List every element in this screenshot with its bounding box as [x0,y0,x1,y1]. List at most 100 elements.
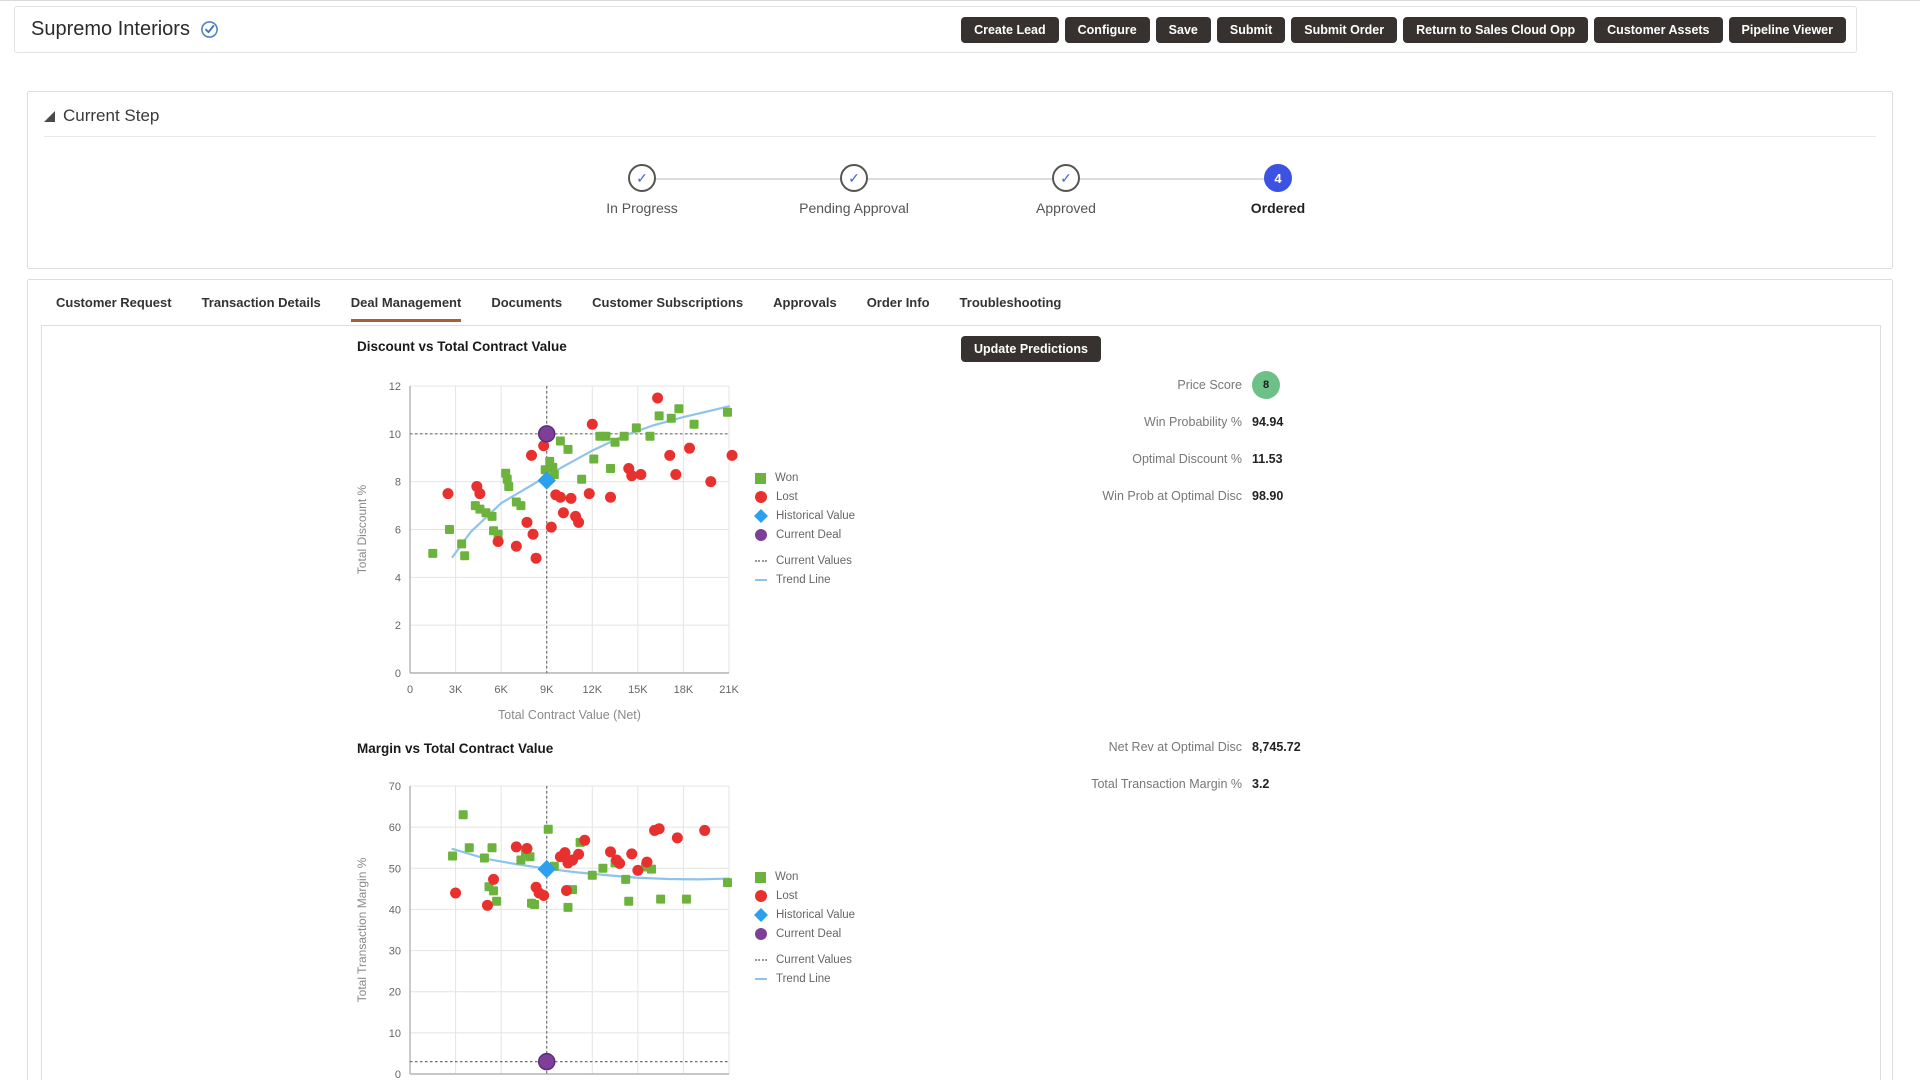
stat-win-probability: Win Probability % 94.94 [862,403,1332,440]
revenue-stats: Net Rev at Optimal Disc 8,745.72 Total T… [862,728,1332,802]
svg-text:Total Discount %: Total Discount % [355,484,369,574]
lost-point [614,858,625,869]
lost-point [573,517,584,528]
won-point [556,437,565,446]
price-score-badge: 8 [1252,371,1280,399]
legend-item-lost: Lost [755,890,855,902]
step-label: Ordered [1251,200,1305,216]
stat-price-score: Price Score 8 [862,366,1332,403]
current-step-panel: Current Step ✓ In Progress ✓ Pending App… [27,91,1893,269]
lost-point [528,529,539,540]
lost-point [699,825,710,836]
lost-point [670,469,681,480]
tab-customer-subscriptions[interactable]: Customer Subscriptions [592,295,743,322]
won-point [656,895,665,904]
svg-text:3K: 3K [449,684,463,696]
won-point [448,851,457,860]
tab-order-info[interactable]: Order Info [867,295,930,322]
won-point [516,501,525,510]
won-point [460,551,469,560]
svg-text:4: 4 [395,572,401,584]
step-in-progress: ✓ In Progress [536,164,748,216]
discount-chart: 02468101203K6K9K12K15K18K21KTotal Discou… [340,358,780,740]
won-point [598,864,607,873]
legend-item-current-values: Current Values [755,555,855,567]
tab-approvals[interactable]: Approvals [773,295,837,322]
stat-net-rev-at-optimal-disc: Net Rev at Optimal Disc 8,745.72 [862,728,1332,765]
margin-chart-title: Margin vs Total Contract Value [357,741,553,756]
header-actions: Create Lead Configure Save Submit Submit… [961,17,1846,43]
lost-point [626,848,637,859]
lost-point [705,476,716,487]
won-point [492,897,501,906]
pipeline-viewer-button[interactable]: Pipeline Viewer [1729,17,1846,43]
lost-point [558,507,569,518]
save-button[interactable]: Save [1156,17,1211,43]
current-deal-point [539,1054,555,1070]
submit-order-button[interactable]: Submit Order [1291,17,1397,43]
tab-deal-management[interactable]: Deal Management [351,295,462,322]
tab-documents[interactable]: Documents [491,295,562,322]
svg-text:0: 0 [407,684,413,696]
won-point [445,525,454,534]
current-deal-marker-icon [755,928,767,940]
progress-stepper: ✓ In Progress ✓ Pending Approval ✓ Appro… [536,164,1384,216]
lost-point [561,885,572,896]
won-point [682,895,691,904]
verified-check-icon [200,20,219,39]
won-point [480,854,489,863]
divider [44,136,1876,137]
svg-text:6K: 6K [494,684,508,696]
won-point [504,482,513,491]
won-point [563,445,572,454]
customer-assets-button[interactable]: Customer Assets [1594,17,1722,43]
trend-line-icon [755,978,767,980]
won-point [723,408,732,417]
update-predictions-button[interactable]: Update Predictions [961,336,1101,362]
current-deal-marker-icon [755,529,767,541]
chart-legend: Won Lost Historical Value Current Deal C… [755,472,855,593]
lost-point [474,488,485,499]
step-check-icon: ✓ [840,164,868,192]
submit-button[interactable]: Submit [1217,17,1285,43]
step-approved: ✓ Approved [960,164,1172,216]
lost-point [641,857,652,868]
lost-point [684,443,695,454]
tab-troubleshooting[interactable]: Troubleshooting [960,295,1062,322]
lost-point [546,522,557,533]
won-point [601,432,610,441]
configure-button[interactable]: Configure [1065,17,1150,43]
won-point [544,825,553,834]
lost-point [635,469,646,480]
svg-text:70: 70 [389,781,401,793]
lost-point [672,832,683,843]
won-point [589,454,598,463]
tab-transaction-details[interactable]: Transaction Details [202,295,321,322]
lost-point [555,492,566,503]
historical-marker-icon [754,908,768,922]
discount-chart-title: Discount vs Total Contract Value [357,339,567,354]
top-bar: Supremo Interiors Create Lead Configure … [14,6,1857,53]
margin-chart: 01020304050607003K6K9K12K15K18K21KTotal … [340,758,780,1080]
legend-item-trend-line: Trend Line [755,574,855,586]
won-point [606,464,615,473]
svg-text:20: 20 [389,987,401,999]
svg-text:21K: 21K [719,684,739,696]
tab-customer-request[interactable]: Customer Request [56,295,172,322]
return-to-sales-cloud-opp-button[interactable]: Return to Sales Cloud Opp [1403,17,1588,43]
step-label: Pending Approval [799,200,909,216]
lost-point [450,887,461,898]
lost-point [579,835,590,846]
collapse-triangle-icon[interactable] [44,111,55,122]
legend-item-lost: Lost [755,491,855,503]
svg-text:10: 10 [389,429,401,441]
create-lead-button[interactable]: Create Lead [961,17,1059,43]
prediction-stats: Price Score 8 Win Probability % 94.94 Op… [862,366,1332,514]
lost-point [521,517,532,528]
svg-text:18K: 18K [674,684,694,696]
step-check-icon: ✓ [1052,164,1080,192]
lost-point [652,392,663,403]
svg-text:0: 0 [395,1069,401,1080]
won-marker-icon [755,473,766,484]
main-panel: Customer Request Transaction Details Dea… [27,279,1893,1080]
